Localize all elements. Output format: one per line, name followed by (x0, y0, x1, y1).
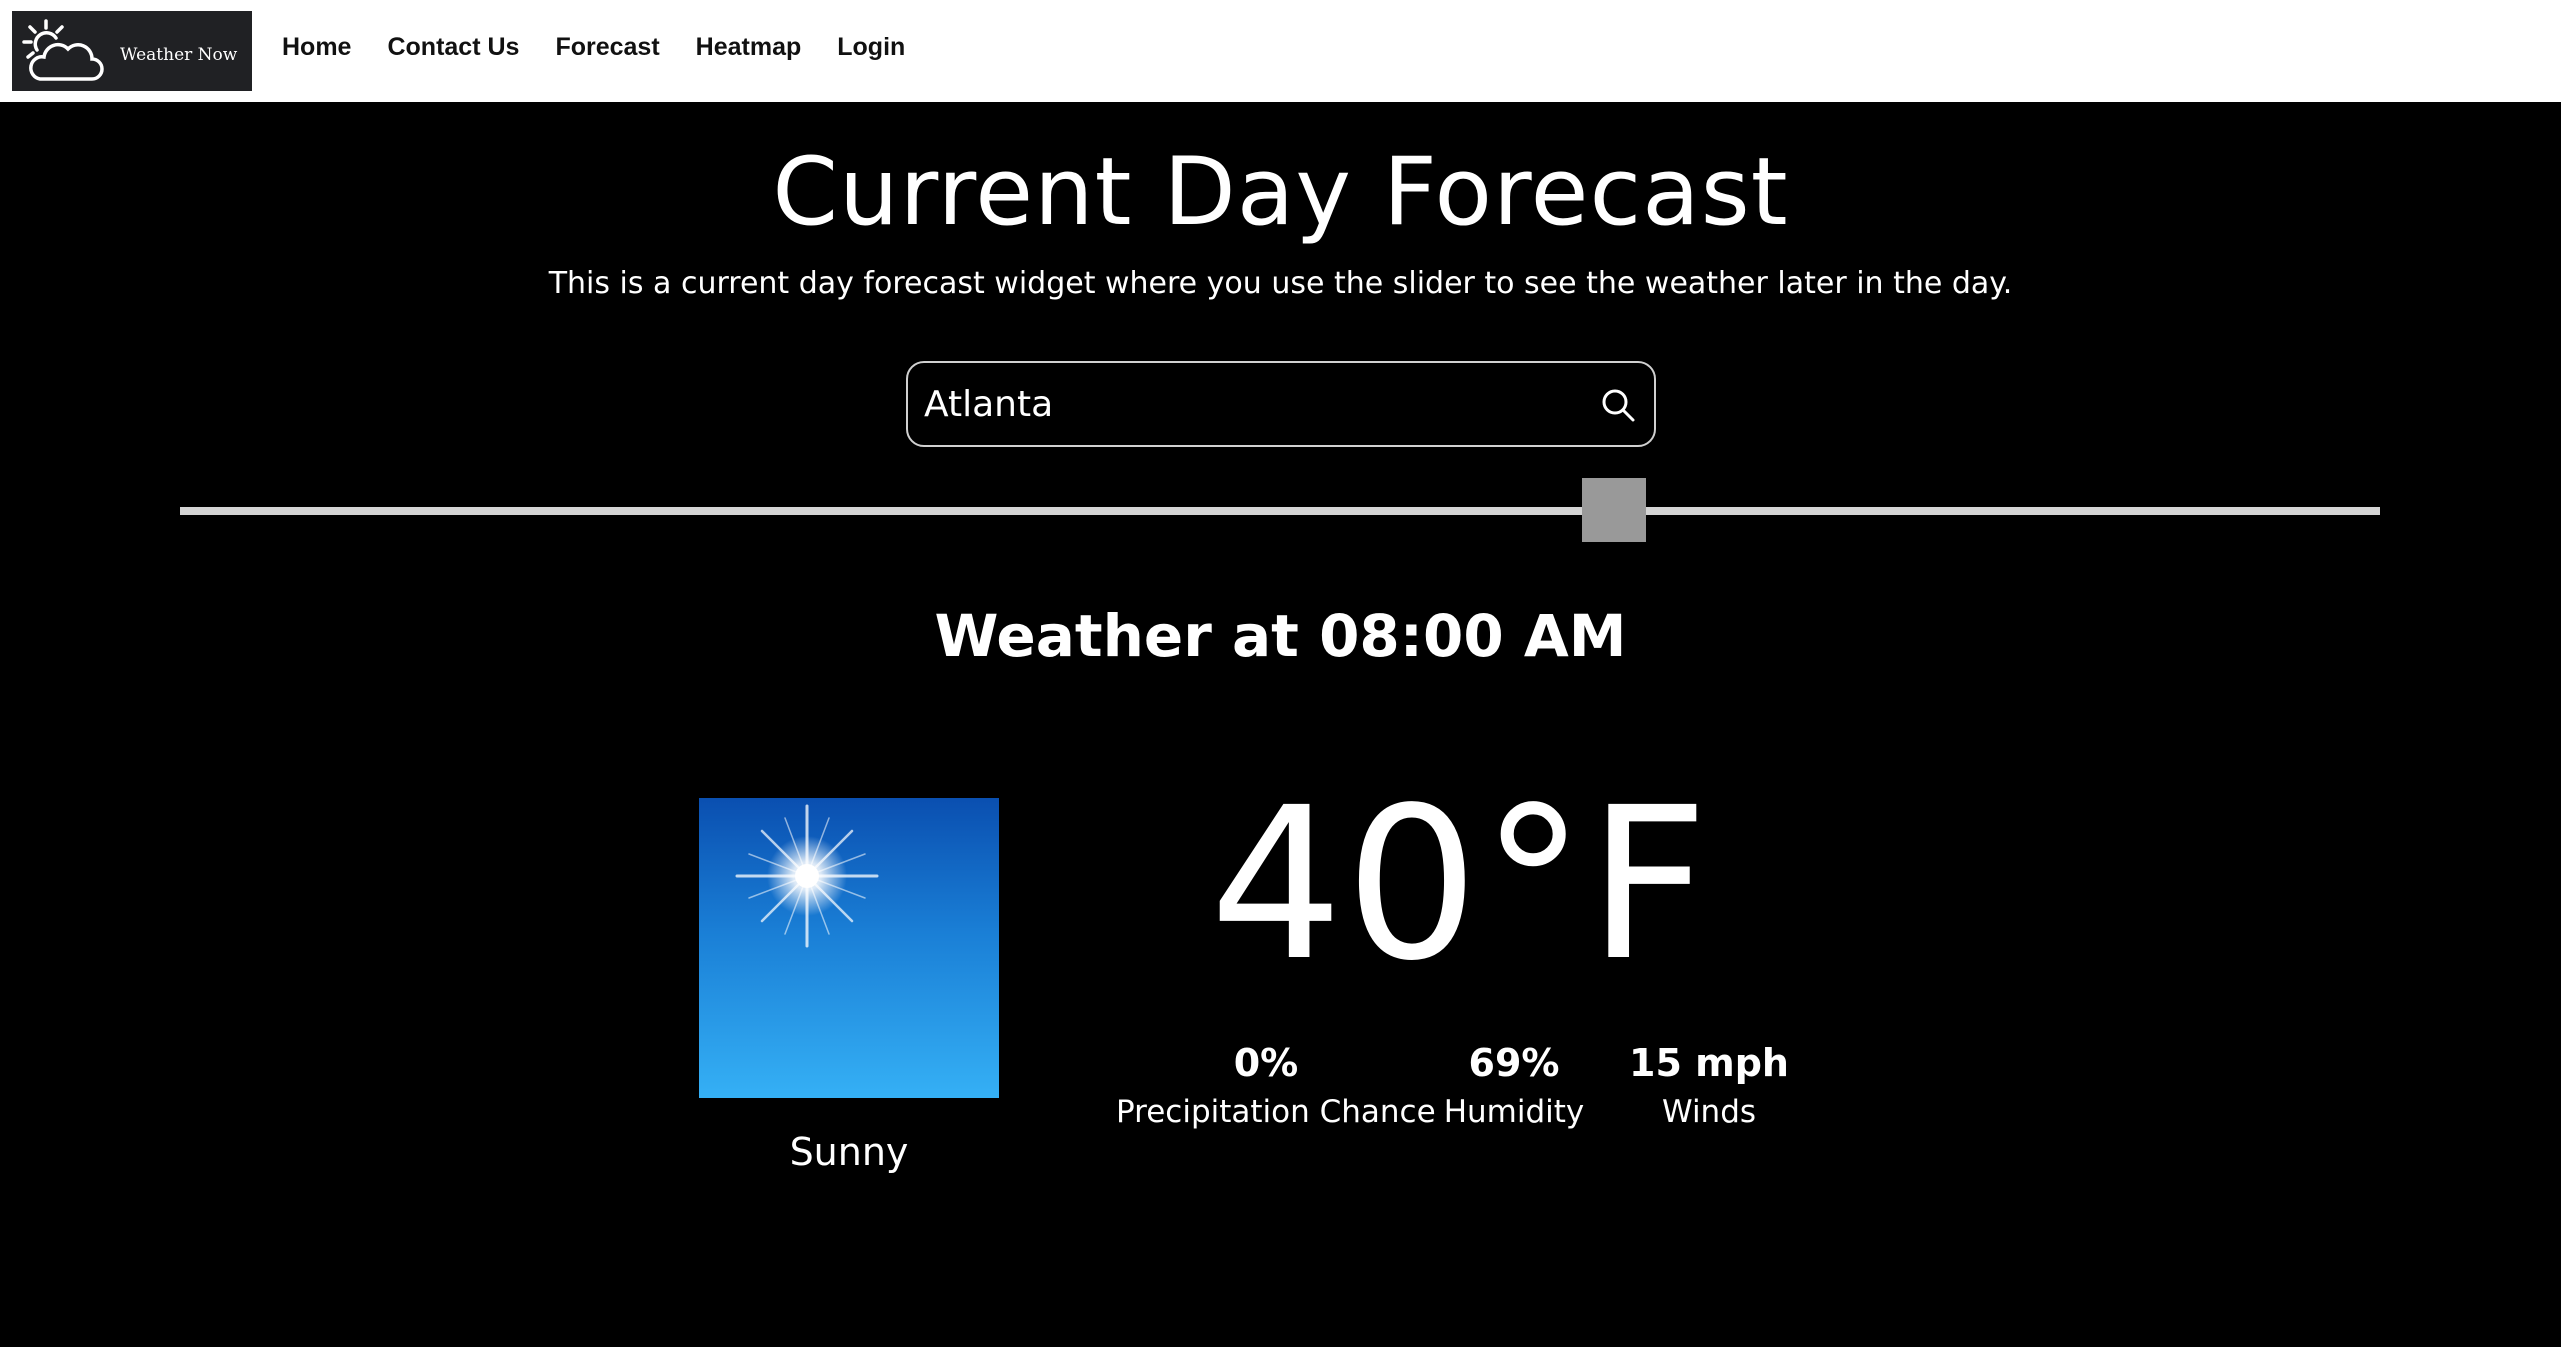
weather-time-heading: Weather at 08:00 AM (934, 602, 1627, 670)
condition-label: Sunny (789, 1130, 909, 1174)
winds-stat: 15 mph Winds (1614, 1034, 1804, 1132)
sun-cloud-icon (22, 19, 104, 81)
nav-link-login[interactable]: Login (837, 33, 905, 62)
nav-menu: Home Contact Us Forecast Heatmap Login (282, 0, 905, 94)
sunny-sky-icon (699, 798, 999, 1098)
page-subtitle: This is a current day forecast widget wh… (548, 266, 2013, 301)
winds-value: 15 mph (1629, 1041, 1789, 1085)
time-slider[interactable] (180, 478, 2380, 544)
nav-link-forecast[interactable]: Forecast (555, 33, 659, 62)
winds-label: Winds (1661, 1094, 1757, 1130)
precipitation-value: 0% (1233, 1041, 1299, 1085)
top-navbar: Weather Now Home Contact Us Forecast Hea… (0, 0, 2561, 102)
city-search-box (906, 361, 1656, 447)
brand-name: Weather Now (120, 45, 238, 65)
page-title: Current Day Forecast (772, 138, 1789, 247)
precipitation-label: Precipitation Chance (1116, 1094, 1436, 1130)
precipitation-stat: 0% Precipitation Chance (1116, 1034, 1436, 1132)
slider-thumb[interactable] (1582, 478, 1647, 542)
brand-logo[interactable]: Weather Now (12, 11, 252, 91)
nav-link-contact-us[interactable]: Contact Us (387, 33, 519, 62)
humidity-value: 69% (1468, 1041, 1560, 1085)
humidity-stat: 69% Humidity (1414, 1034, 1614, 1132)
nav-link-home[interactable]: Home (282, 33, 351, 62)
search-icon[interactable] (1598, 385, 1638, 425)
temperature-readout: 40°F (1209, 762, 1711, 1007)
humidity-label: Humidity (1443, 1094, 1585, 1130)
city-search-input[interactable] (924, 373, 1564, 435)
nav-link-heatmap[interactable]: Heatmap (696, 33, 802, 62)
slider-track[interactable] (180, 507, 2380, 515)
